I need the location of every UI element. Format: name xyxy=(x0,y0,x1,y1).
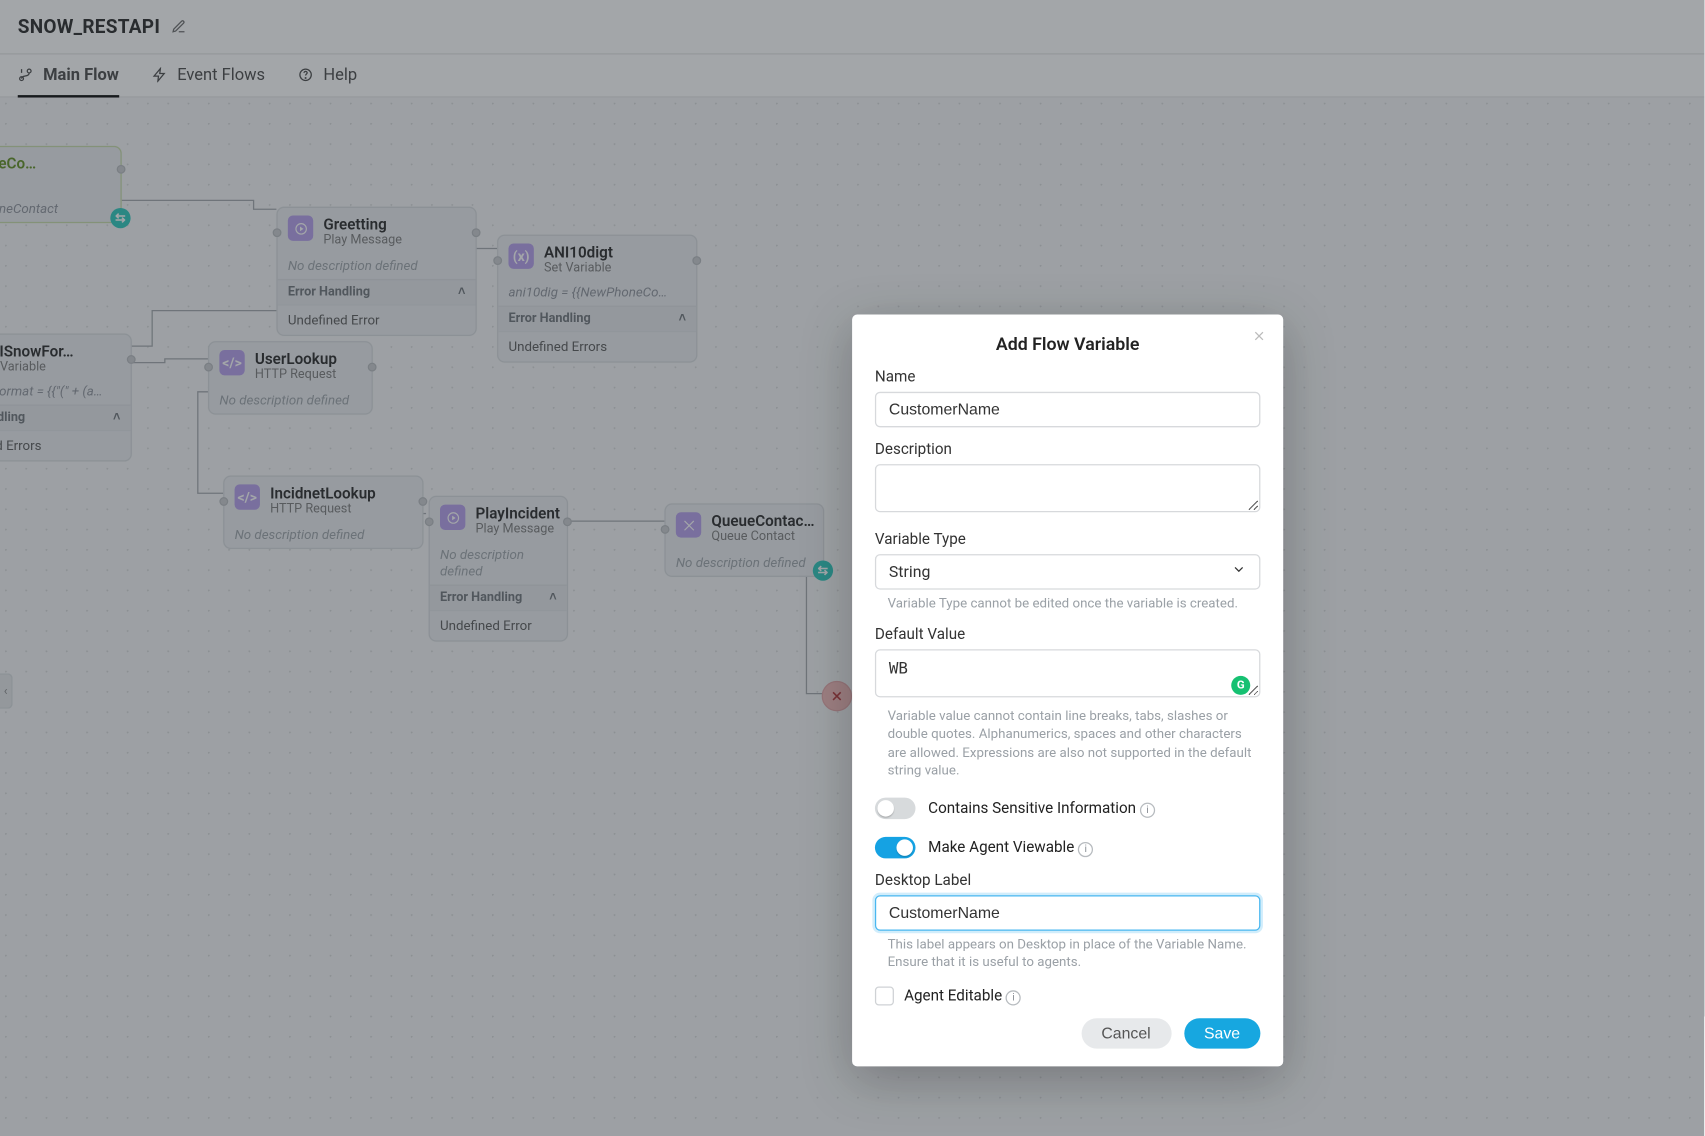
select-value: String xyxy=(889,562,930,581)
variable-type-hint: Variable Type cannot be edited once the … xyxy=(875,595,1260,613)
description-input[interactable] xyxy=(875,464,1260,512)
variable-type-select[interactable]: String xyxy=(875,554,1260,590)
desktop-label-hint: This label appears on Desktop in place o… xyxy=(875,936,1260,972)
sensitive-label: Contains Sensitive Informationi xyxy=(928,799,1155,817)
variable-type-label: Variable Type xyxy=(875,530,1260,548)
dialog-title: Add Flow Variable xyxy=(875,335,1260,355)
save-button[interactable]: Save xyxy=(1184,1018,1261,1048)
info-icon[interactable]: i xyxy=(1078,841,1093,856)
close-icon[interactable] xyxy=(1248,325,1271,348)
default-value-input[interactable] xyxy=(875,649,1260,697)
add-flow-variable-dialog: Add Flow Variable Name Description Varia… xyxy=(852,314,1283,1066)
name-label: Name xyxy=(875,368,1260,386)
desktop-label-input[interactable] xyxy=(875,895,1260,931)
agent-editable-label: Agent Editablei xyxy=(904,987,1021,1005)
info-icon[interactable]: i xyxy=(1006,990,1021,1005)
default-value-label: Default Value xyxy=(875,625,1260,643)
info-icon[interactable]: i xyxy=(1140,802,1155,817)
description-label: Description xyxy=(875,440,1260,458)
agent-editable-checkbox[interactable] xyxy=(875,987,894,1006)
desktop-label-label: Desktop Label xyxy=(875,871,1260,889)
agent-viewable-toggle[interactable] xyxy=(875,837,916,859)
cancel-button[interactable]: Cancel xyxy=(1081,1018,1171,1048)
agent-viewable-label: Make Agent Viewablei xyxy=(928,838,1093,856)
sensitive-toggle[interactable] xyxy=(875,797,916,819)
chevron-down-icon xyxy=(1231,562,1246,582)
default-value-hint: Variable value cannot contain line break… xyxy=(875,708,1260,780)
name-input[interactable] xyxy=(875,392,1260,428)
